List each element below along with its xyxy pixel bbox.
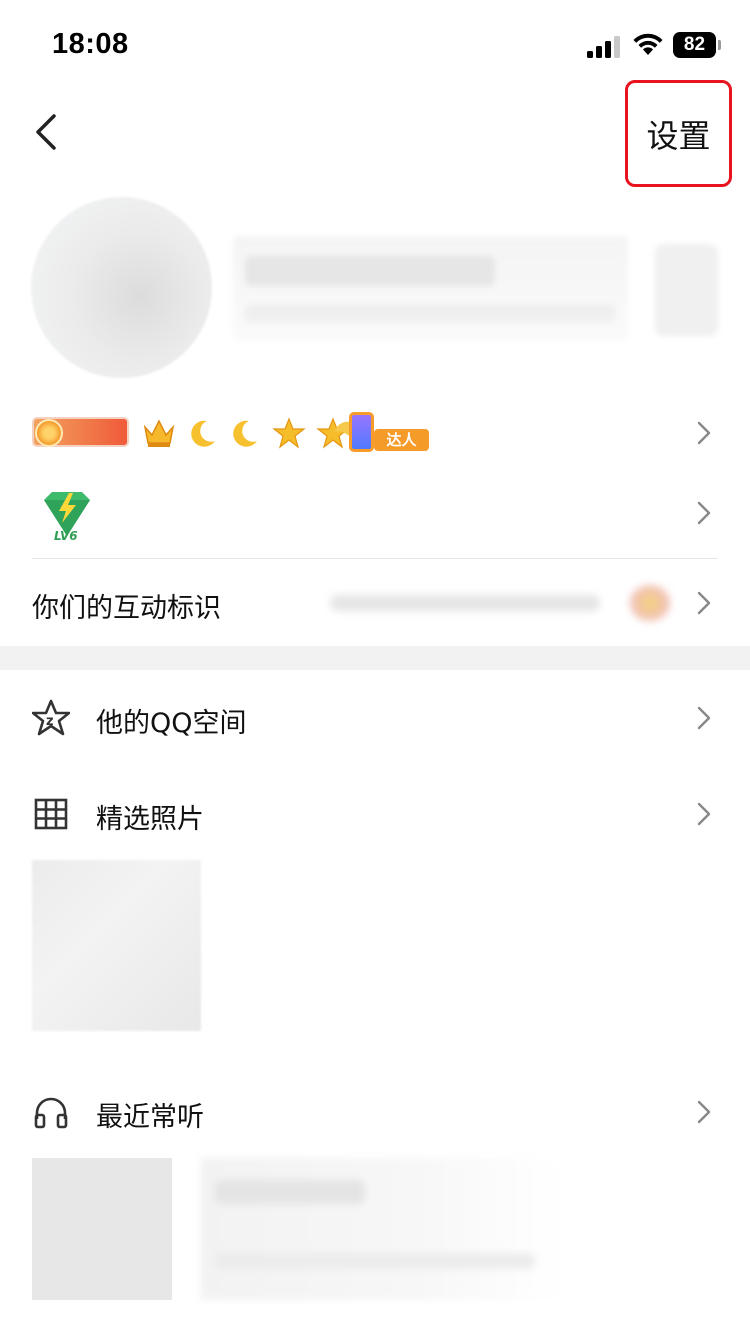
star-icon bbox=[271, 416, 306, 449]
chevron-right-icon bbox=[696, 1099, 712, 1125]
status-time: 18:08 bbox=[52, 28, 129, 60]
section-separator bbox=[0, 646, 750, 670]
battery-level: 82 bbox=[673, 32, 716, 58]
qzone-label: 他的QQ空间 bbox=[96, 708, 247, 739]
profile-name-blurred bbox=[233, 236, 628, 341]
chevron-right-icon bbox=[696, 500, 712, 526]
moon-icon bbox=[190, 420, 215, 447]
headphones-icon bbox=[34, 1097, 68, 1129]
recent-music-label: 最近常听 bbox=[96, 1102, 204, 1133]
battery-indicator: 82 bbox=[673, 32, 721, 58]
divider bbox=[32, 558, 718, 559]
music-cover[interactable] bbox=[32, 1158, 172, 1300]
interaction-mark-label: 你们的互动标识 bbox=[32, 593, 221, 624]
profile-action-blurred[interactable] bbox=[655, 244, 718, 336]
cellular-signal-icon bbox=[587, 36, 620, 58]
chevron-right-icon bbox=[696, 590, 712, 616]
vip-diamond-icon: LV6 bbox=[44, 492, 90, 542]
talent-badge: 达人 bbox=[334, 412, 429, 452]
recent-music-row[interactable]: 最近常听 bbox=[0, 1077, 750, 1147]
svg-text:z: z bbox=[46, 714, 54, 729]
coin-icon bbox=[35, 419, 63, 447]
qzone-row[interactable]: z 他的QQ空间 bbox=[0, 683, 750, 753]
avatar[interactable] bbox=[31, 197, 212, 378]
battery-cap bbox=[718, 40, 721, 50]
talent-tag: 达人 bbox=[374, 429, 429, 451]
level-progress-badge bbox=[32, 417, 129, 447]
back-button[interactable] bbox=[28, 108, 68, 156]
status-bar: 18:08 82 bbox=[0, 0, 750, 90]
chevron-right-icon bbox=[696, 801, 712, 827]
featured-photos-label: 精选照片 bbox=[96, 804, 204, 835]
photo-thumbnail[interactable] bbox=[32, 860, 201, 1031]
grid-icon bbox=[34, 798, 68, 830]
interaction-mark-blurred bbox=[330, 585, 680, 621]
chevron-right-icon bbox=[696, 705, 712, 731]
chevron-left-icon bbox=[36, 114, 56, 150]
vip-row[interactable]: LV6 bbox=[0, 480, 750, 558]
wifi-icon bbox=[633, 33, 663, 55]
level-badges bbox=[142, 414, 350, 450]
chevron-right-icon bbox=[696, 420, 712, 446]
crown-icon bbox=[143, 418, 175, 447]
settings-button[interactable]: 设置 bbox=[625, 80, 732, 187]
featured-photos-row[interactable]: 精选照片 bbox=[0, 779, 750, 849]
phone-icon bbox=[349, 412, 374, 452]
moon-icon bbox=[233, 420, 258, 447]
music-info-blurred[interactable] bbox=[201, 1158, 561, 1300]
interaction-mark-row[interactable]: 你们的互动标识 bbox=[0, 572, 750, 634]
vip-level-text: LV6 bbox=[54, 529, 78, 542]
qzone-star-icon: z bbox=[32, 699, 70, 736]
badge-row[interactable]: 达人 bbox=[0, 400, 750, 464]
